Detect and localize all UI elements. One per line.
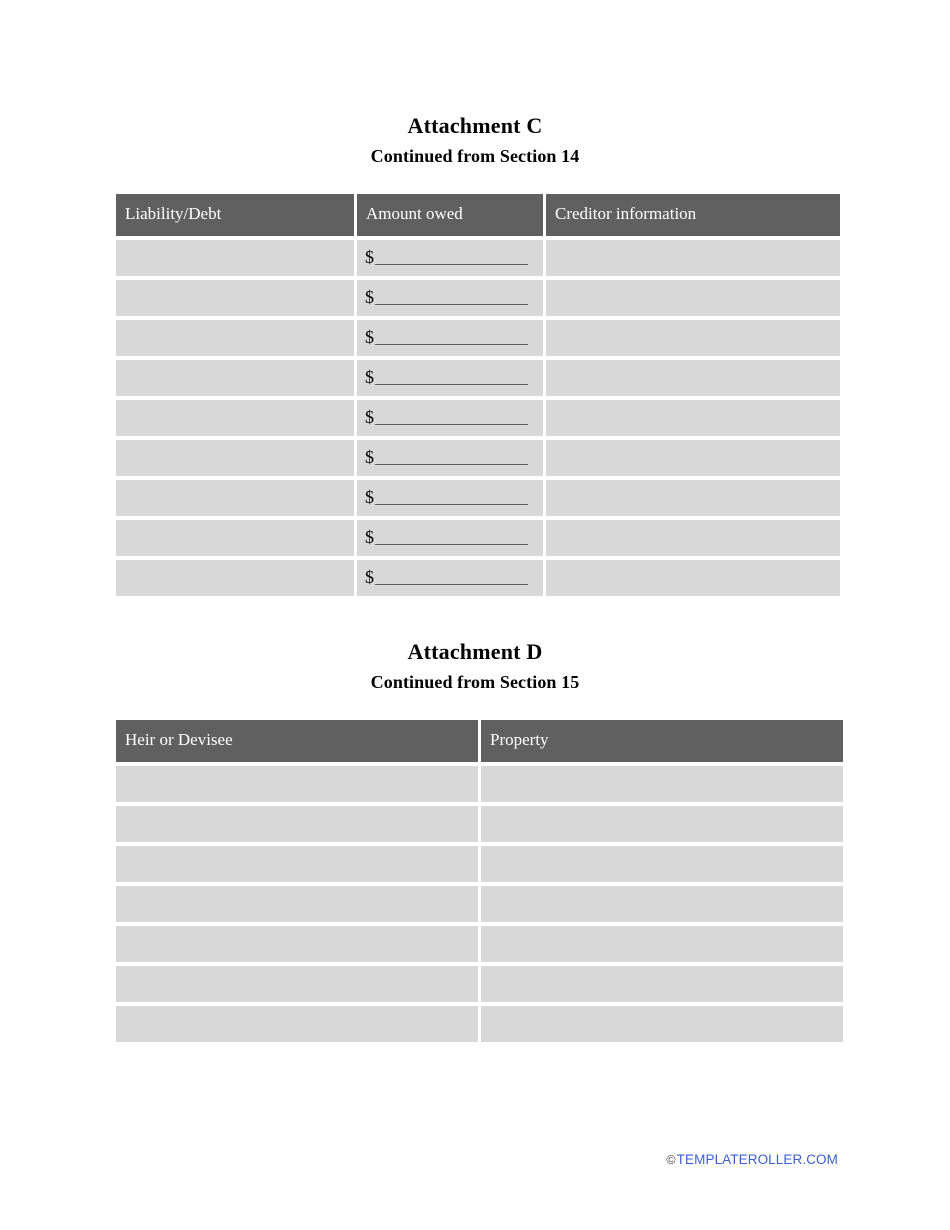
attachment-d-table-wrapper: Heir or Devisee Property bbox=[113, 716, 843, 1046]
creditor-information-field[interactable] bbox=[546, 440, 840, 476]
dollar-sign-icon: $ bbox=[365, 247, 374, 267]
dollar-sign-icon: $ bbox=[365, 487, 374, 507]
liability-debt-field[interactable] bbox=[116, 320, 354, 356]
table-row bbox=[116, 926, 843, 962]
amount-owed-field[interactable]: $ bbox=[357, 360, 543, 396]
liability-debt-field[interactable] bbox=[116, 280, 354, 316]
property-field[interactable] bbox=[481, 966, 843, 1002]
creditor-information-field[interactable] bbox=[546, 320, 840, 356]
amount-blank-rule[interactable] bbox=[375, 464, 528, 465]
table-row bbox=[116, 766, 843, 802]
attachment-c-subtitle: Continued from Section 14 bbox=[370, 146, 580, 166]
creditor-information-field[interactable] bbox=[546, 400, 840, 436]
column-header-heir-or-devisee: Heir or Devisee bbox=[116, 720, 478, 762]
creditor-information-field[interactable] bbox=[546, 240, 840, 276]
creditor-information-field[interactable] bbox=[546, 480, 840, 516]
heir-or-devisee-field[interactable] bbox=[116, 806, 478, 842]
liability-debt-field[interactable] bbox=[116, 560, 354, 596]
copyright-icon: © bbox=[666, 1153, 676, 1167]
liabilities-table-body: $ $ $ $ $ $ $ $ $ bbox=[116, 240, 840, 596]
property-field[interactable] bbox=[481, 846, 843, 882]
heir-or-devisee-field[interactable] bbox=[116, 1006, 478, 1042]
table-header-row: Heir or Devisee Property bbox=[116, 720, 843, 762]
amount-blank-rule[interactable] bbox=[375, 584, 528, 585]
table-row: $ bbox=[116, 320, 840, 356]
liability-debt-field[interactable] bbox=[116, 360, 354, 396]
amount-owed-field[interactable]: $ bbox=[357, 400, 543, 436]
creditor-information-field[interactable] bbox=[546, 360, 840, 396]
amount-owed-field[interactable]: $ bbox=[357, 560, 543, 596]
amount-blank-rule[interactable] bbox=[375, 344, 528, 345]
table-row bbox=[116, 886, 843, 922]
column-header-property: Property bbox=[481, 720, 843, 762]
heirs-property-table-body bbox=[116, 766, 843, 1042]
liabilities-table: Liability/Debt Amount owed Creditor info… bbox=[113, 190, 843, 600]
table-row bbox=[116, 806, 843, 842]
liability-debt-field[interactable] bbox=[116, 400, 354, 436]
dollar-sign-icon: $ bbox=[365, 527, 374, 547]
table-row bbox=[116, 846, 843, 882]
property-field[interactable] bbox=[481, 926, 843, 962]
templateroller-link[interactable]: TEMPLATEROLLER.COM bbox=[677, 1152, 838, 1167]
table-row: $ bbox=[116, 440, 840, 476]
heirs-property-table: Heir or Devisee Property bbox=[113, 716, 846, 1046]
property-field[interactable] bbox=[481, 766, 843, 802]
dollar-sign-icon: $ bbox=[365, 287, 374, 307]
heir-or-devisee-field[interactable] bbox=[116, 766, 478, 802]
dollar-sign-icon: $ bbox=[365, 407, 374, 427]
column-header-creditor-information: Creditor information bbox=[546, 194, 840, 236]
amount-owed-field[interactable]: $ bbox=[357, 520, 543, 556]
dollar-sign-icon: $ bbox=[365, 567, 374, 587]
property-field[interactable] bbox=[481, 1006, 843, 1042]
column-header-amount-owed: Amount owed bbox=[357, 194, 543, 236]
footer-watermark[interactable]: ©TEMPLATEROLLER.COM bbox=[0, 1152, 838, 1167]
property-field[interactable] bbox=[481, 886, 843, 922]
table-row: $ bbox=[116, 480, 840, 516]
creditor-information-field[interactable] bbox=[546, 280, 840, 316]
amount-owed-field[interactable]: $ bbox=[357, 480, 543, 516]
heir-or-devisee-field[interactable] bbox=[116, 926, 478, 962]
attachment-d-title: Attachment D bbox=[407, 639, 543, 664]
amount-blank-rule[interactable] bbox=[375, 504, 528, 505]
amount-blank-rule[interactable] bbox=[375, 384, 528, 385]
table-row bbox=[116, 966, 843, 1002]
table-row: $ bbox=[116, 280, 840, 316]
dollar-sign-icon: $ bbox=[365, 367, 374, 387]
property-field[interactable] bbox=[481, 806, 843, 842]
table-row: $ bbox=[116, 400, 840, 436]
amount-owed-field[interactable]: $ bbox=[357, 280, 543, 316]
table-row: $ bbox=[116, 560, 840, 596]
creditor-information-field[interactable] bbox=[546, 520, 840, 556]
table-header-row: Liability/Debt Amount owed Creditor info… bbox=[116, 194, 840, 236]
amount-blank-rule[interactable] bbox=[375, 304, 528, 305]
table-row: $ bbox=[116, 520, 840, 556]
document-page: Attachment C Continued from Section 14 L… bbox=[0, 0, 950, 1230]
table-row bbox=[116, 1006, 843, 1042]
amount-blank-rule[interactable] bbox=[375, 544, 528, 545]
column-header-liability-debt: Liability/Debt bbox=[116, 194, 354, 236]
amount-owed-field[interactable]: $ bbox=[357, 320, 543, 356]
liability-debt-field[interactable] bbox=[116, 480, 354, 516]
attachment-c-title: Attachment C bbox=[407, 113, 543, 138]
amount-blank-rule[interactable] bbox=[375, 424, 528, 425]
liability-debt-field[interactable] bbox=[116, 240, 354, 276]
liability-debt-field[interactable] bbox=[116, 440, 354, 476]
table-row: $ bbox=[116, 240, 840, 276]
amount-blank-rule[interactable] bbox=[375, 264, 528, 265]
amount-owed-field[interactable]: $ bbox=[357, 240, 543, 276]
heir-or-devisee-field[interactable] bbox=[116, 886, 478, 922]
heir-or-devisee-field[interactable] bbox=[116, 846, 478, 882]
dollar-sign-icon: $ bbox=[365, 447, 374, 467]
amount-owed-field[interactable]: $ bbox=[357, 440, 543, 476]
dollar-sign-icon: $ bbox=[365, 327, 374, 347]
creditor-information-field[interactable] bbox=[546, 560, 840, 596]
liability-debt-field[interactable] bbox=[116, 520, 354, 556]
attachment-d-subtitle: Continued from Section 15 bbox=[370, 672, 580, 692]
attachment-c-table-wrapper: Liability/Debt Amount owed Creditor info… bbox=[113, 190, 840, 600]
table-row: $ bbox=[116, 360, 840, 396]
heir-or-devisee-field[interactable] bbox=[116, 966, 478, 1002]
